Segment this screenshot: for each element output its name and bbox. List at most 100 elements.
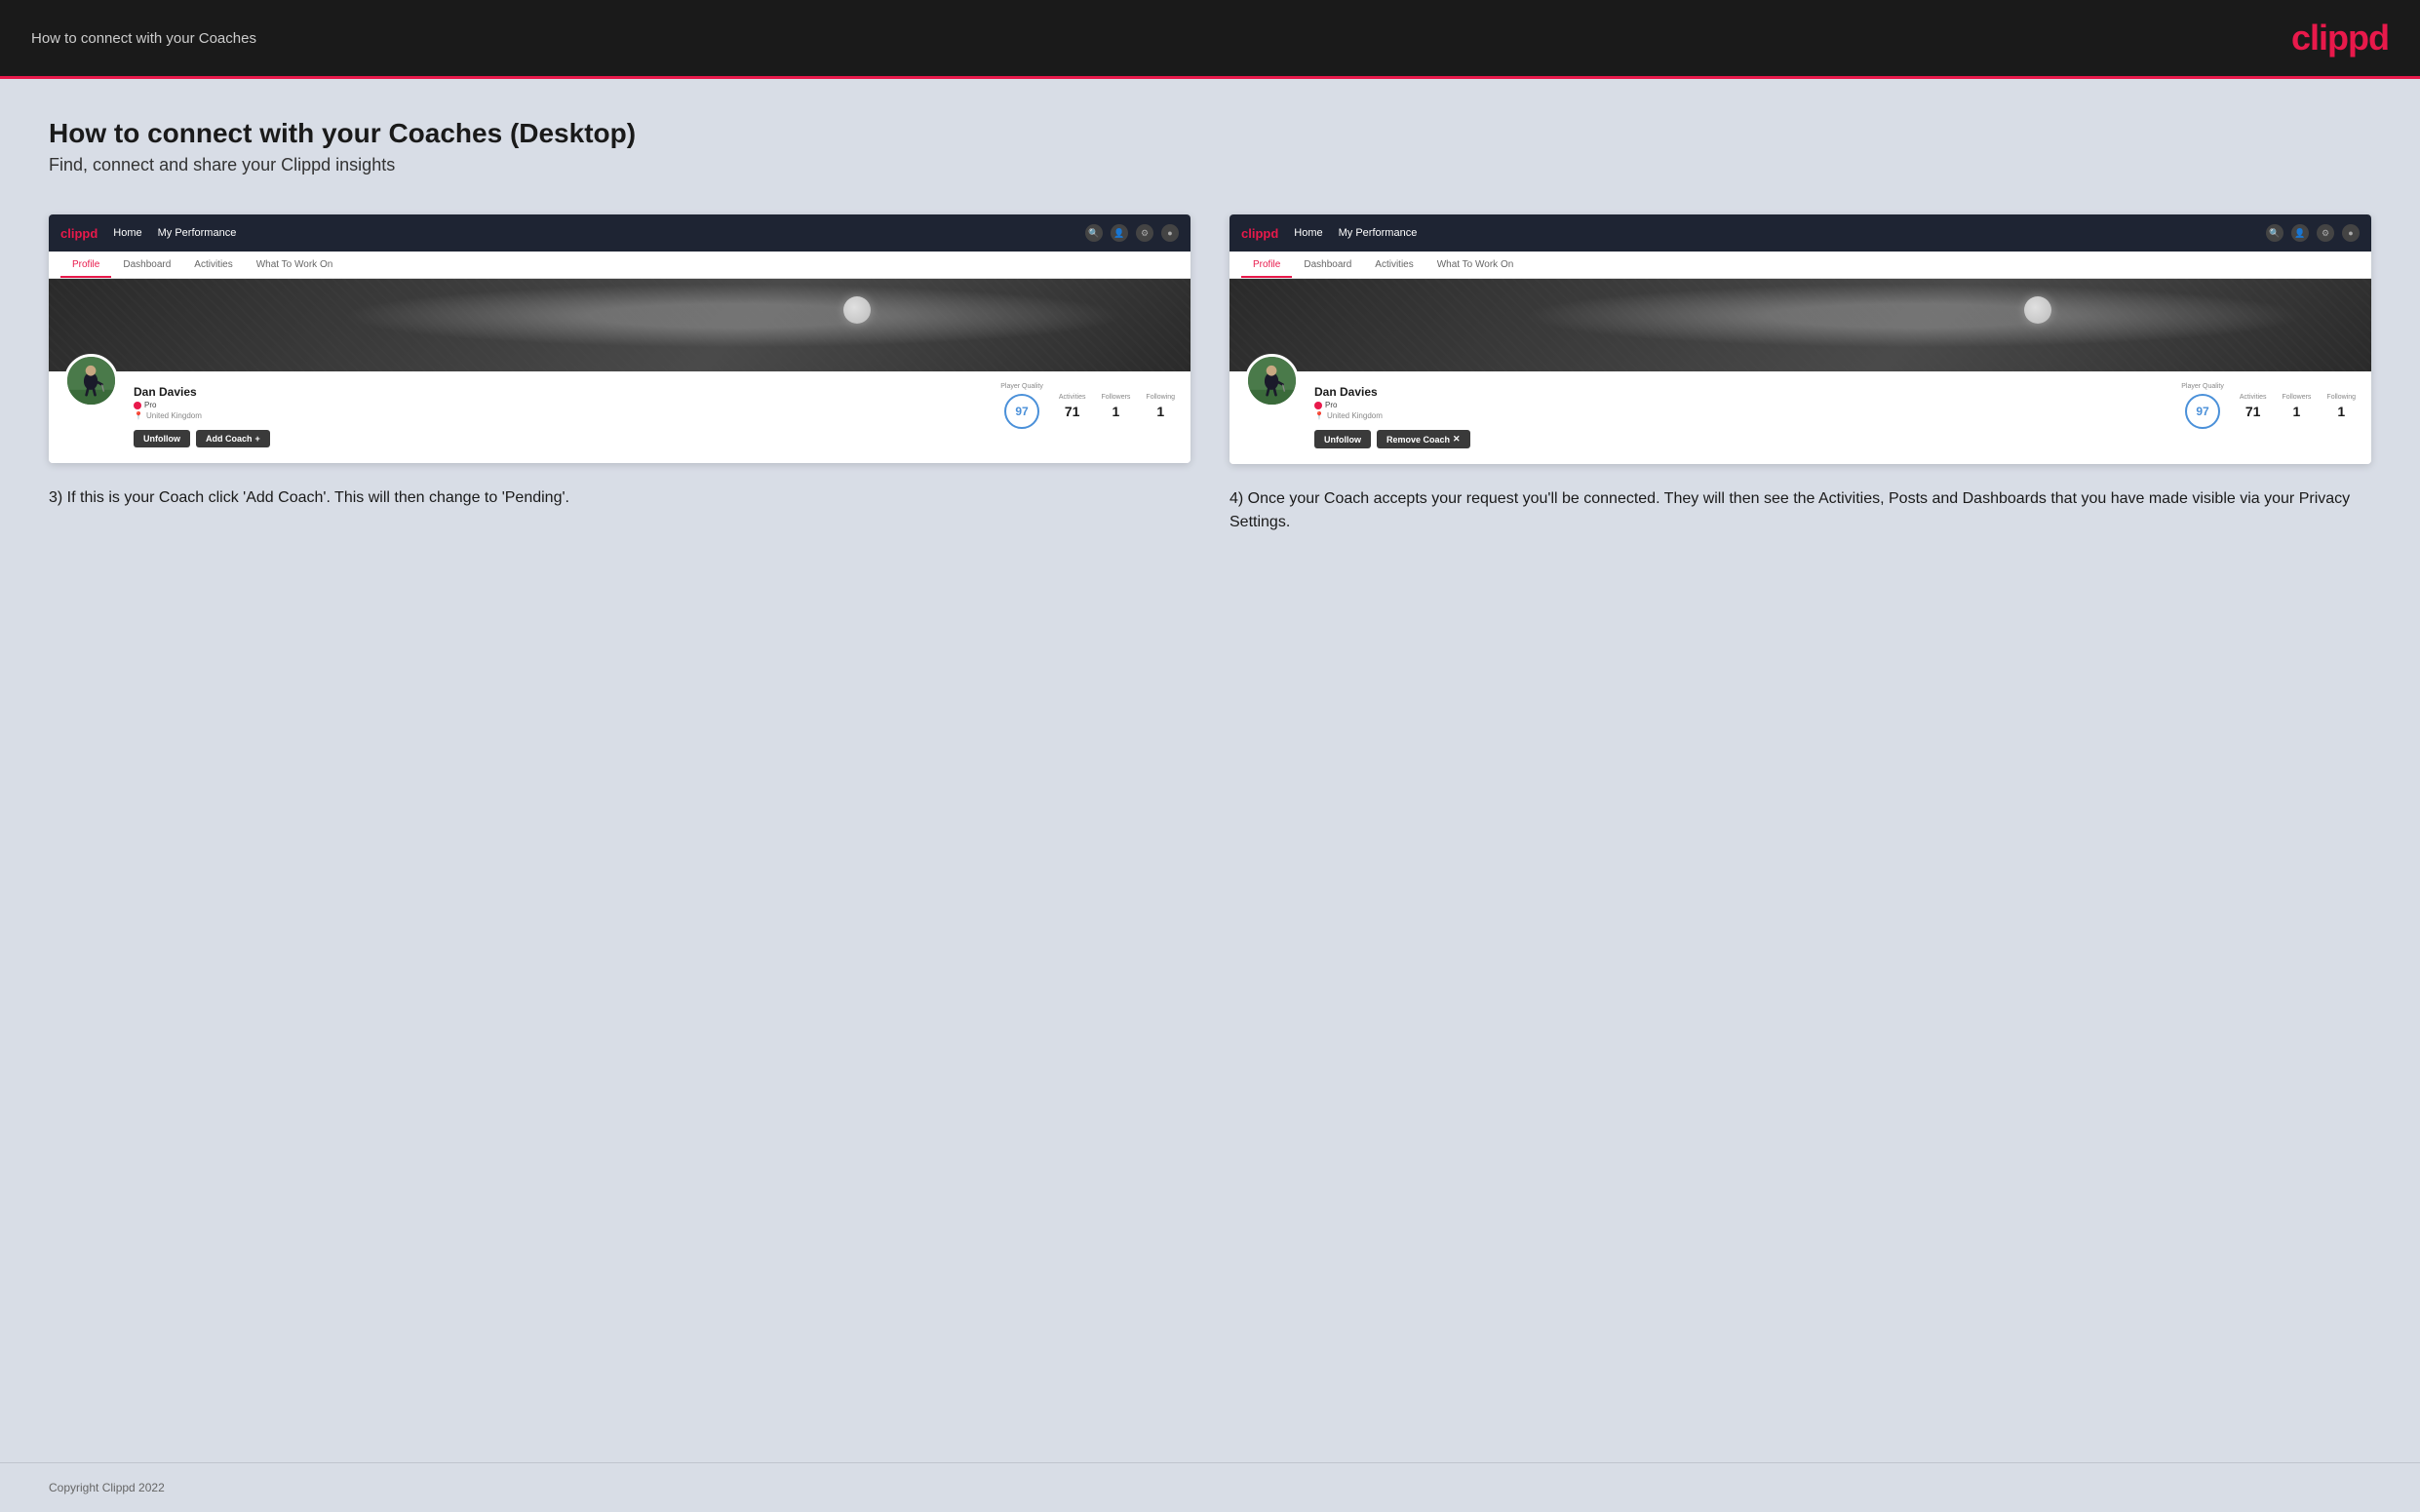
- right-followers-label: Followers: [2282, 394, 2311, 401]
- left-nav-home[interactable]: Home: [113, 227, 141, 239]
- left-mock-stats: Player Quality 97 Activities 71 Follower…: [1000, 383, 1175, 429]
- left-description: 3) If this is your Coach click 'Add Coac…: [49, 486, 1190, 510]
- right-nav-myperformance[interactable]: My Performance: [1339, 227, 1418, 239]
- left-moon-decoration: [843, 296, 871, 324]
- addcoach-label: Add Coach: [206, 434, 253, 444]
- right-stat-following: Following 1: [2326, 394, 2356, 419]
- left-location-text: United Kingdom: [146, 411, 202, 420]
- left-profile-name: Dan Davies: [134, 385, 985, 399]
- main-heading: How to connect with your Coaches (Deskto…: [49, 118, 2371, 149]
- tab-dashboard[interactable]: Dashboard: [111, 252, 182, 278]
- right-settings-icon[interactable]: ⚙: [2317, 224, 2334, 242]
- left-stat-followers: Followers 1: [1101, 394, 1130, 419]
- main-content: How to connect with your Coaches (Deskto…: [0, 79, 2420, 1462]
- right-mock-navbar: clippd Home My Performance 🔍 👤 ⚙ ●: [1230, 214, 2371, 252]
- right-stat-followers: Followers 1: [2282, 394, 2311, 419]
- left-followers-value: 1: [1101, 404, 1130, 419]
- right-column: clippd Home My Performance 🔍 👤 ⚙ ● Profi…: [1230, 214, 2371, 534]
- right-tab-activities[interactable]: Activities: [1363, 252, 1425, 278]
- golfer-svg: [67, 357, 115, 405]
- right-stat-activities: Activities 71: [2240, 394, 2267, 419]
- left-mock-logo: clippd: [60, 226, 98, 241]
- right-moon-decoration: [2024, 296, 2051, 324]
- right-player-quality: Player Quality 97: [2181, 383, 2224, 429]
- left-mock-tabs: Profile Dashboard Activities What To Wor…: [49, 252, 1190, 279]
- right-nav-home[interactable]: Home: [1294, 227, 1322, 239]
- right-tab-profile[interactable]: Profile: [1241, 252, 1292, 278]
- right-avatar: [1245, 354, 1299, 407]
- footer-copyright: Copyright Clippd 2022: [49, 1481, 165, 1494]
- right-tab-dashboard[interactable]: Dashboard: [1292, 252, 1363, 278]
- left-stat-following: Following 1: [1146, 394, 1175, 419]
- left-activities-label: Activities: [1059, 394, 1086, 401]
- left-column: clippd Home My Performance 🔍 👤 ⚙ ● Profi…: [49, 214, 1190, 510]
- tab-activities[interactable]: Activities: [182, 252, 244, 278]
- settings-icon[interactable]: ⚙: [1136, 224, 1153, 242]
- removecoach-label: Remove Coach: [1386, 435, 1450, 445]
- left-player-quality: Player Quality 97: [1000, 383, 1043, 429]
- columns-layout: clippd Home My Performance 🔍 👤 ⚙ ● Profi…: [49, 214, 2371, 534]
- left-profile-badge: Pro: [134, 401, 985, 409]
- avatar-icon[interactable]: ●: [1161, 224, 1179, 242]
- right-user-icon[interactable]: 👤: [2291, 224, 2309, 242]
- right-quality-label: Player Quality: [2181, 383, 2224, 390]
- pin-icon: 📍: [134, 411, 143, 420]
- right-hero-image: [1230, 279, 2371, 371]
- removecoach-x-icon: ✕: [1453, 434, 1461, 445]
- left-location: 📍 United Kingdom: [134, 411, 985, 420]
- right-followers-value: 1: [2282, 404, 2311, 419]
- left-stat-activities: Activities 71: [1059, 394, 1086, 419]
- right-activities-label: Activities: [2240, 394, 2267, 401]
- right-pin-icon: 📍: [1314, 411, 1324, 420]
- left-nav-icons: 🔍 👤 ⚙ ●: [1085, 224, 1179, 242]
- left-activities-value: 71: [1059, 404, 1086, 419]
- right-badge-dot: [1314, 402, 1322, 409]
- tab-profile[interactable]: Profile: [60, 252, 111, 278]
- page-title: How to connect with your Coaches: [31, 30, 256, 47]
- left-addcoach-button[interactable]: Add Coach +: [196, 430, 270, 447]
- left-avatar-wrap: [64, 354, 118, 407]
- right-unfollow-button[interactable]: Unfollow: [1314, 430, 1371, 448]
- right-avatar-wrap: [1245, 354, 1299, 407]
- right-following-value: 1: [2326, 404, 2356, 419]
- left-profile-buttons: Unfollow Add Coach +: [134, 430, 985, 447]
- right-search-icon[interactable]: 🔍: [2266, 224, 2283, 242]
- left-followers-label: Followers: [1101, 394, 1130, 401]
- addcoach-plus-icon: +: [255, 434, 260, 444]
- right-activities-value: 71: [2240, 404, 2267, 419]
- right-quality-value: 97: [2185, 394, 2220, 429]
- right-profile-badge: Pro: [1314, 401, 2166, 409]
- left-hero-image: [49, 279, 1190, 371]
- left-following-label: Following: [1146, 394, 1175, 401]
- right-avatar-icon[interactable]: ●: [2342, 224, 2360, 242]
- right-profile-name: Dan Davies: [1314, 385, 2166, 399]
- right-nav-icons: 🔍 👤 ⚙ ●: [2266, 224, 2360, 242]
- right-profile-section: Dan Davies Pro 📍 United Kingdom Unfollow: [1230, 371, 2371, 464]
- right-profile-buttons: Unfollow Remove Coach ✕: [1314, 430, 2166, 448]
- right-mock-logo: clippd: [1241, 226, 1278, 241]
- right-following-label: Following: [2326, 394, 2356, 401]
- right-profile-info: Dan Davies Pro 📍 United Kingdom Unfollow: [1314, 383, 2166, 448]
- left-badge-label: Pro: [144, 401, 156, 409]
- right-badge-label: Pro: [1325, 401, 1337, 409]
- logo: clippd: [2291, 18, 2389, 58]
- footer: Copyright Clippd 2022: [0, 1462, 2420, 1512]
- left-mock-navbar: clippd Home My Performance 🔍 👤 ⚙ ●: [49, 214, 1190, 252]
- left-nav-myperformance[interactable]: My Performance: [158, 227, 237, 239]
- right-location-text: United Kingdom: [1327, 411, 1383, 420]
- right-tab-what-to-work-on[interactable]: What To Work On: [1425, 252, 1526, 278]
- left-profile-info: Dan Davies Pro 📍 United Kingdom Unfollow: [134, 383, 985, 447]
- right-removecoach-button[interactable]: Remove Coach ✕: [1377, 430, 1470, 448]
- right-screenshot: clippd Home My Performance 🔍 👤 ⚙ ● Profi…: [1230, 214, 2371, 464]
- user-icon[interactable]: 👤: [1111, 224, 1128, 242]
- left-badge-dot: [134, 402, 141, 409]
- right-golfer-svg: [1248, 357, 1296, 405]
- right-mock-tabs: Profile Dashboard Activities What To Wor…: [1230, 252, 2371, 279]
- left-avatar: [64, 354, 118, 407]
- right-location: 📍 United Kingdom: [1314, 411, 2166, 420]
- main-subheading: Find, connect and share your Clippd insi…: [49, 155, 2371, 175]
- tab-what-to-work-on[interactable]: What To Work On: [245, 252, 345, 278]
- search-icon[interactable]: 🔍: [1085, 224, 1103, 242]
- right-description: 4) Once your Coach accepts your request …: [1230, 487, 2371, 534]
- left-unfollow-button[interactable]: Unfollow: [134, 430, 190, 447]
